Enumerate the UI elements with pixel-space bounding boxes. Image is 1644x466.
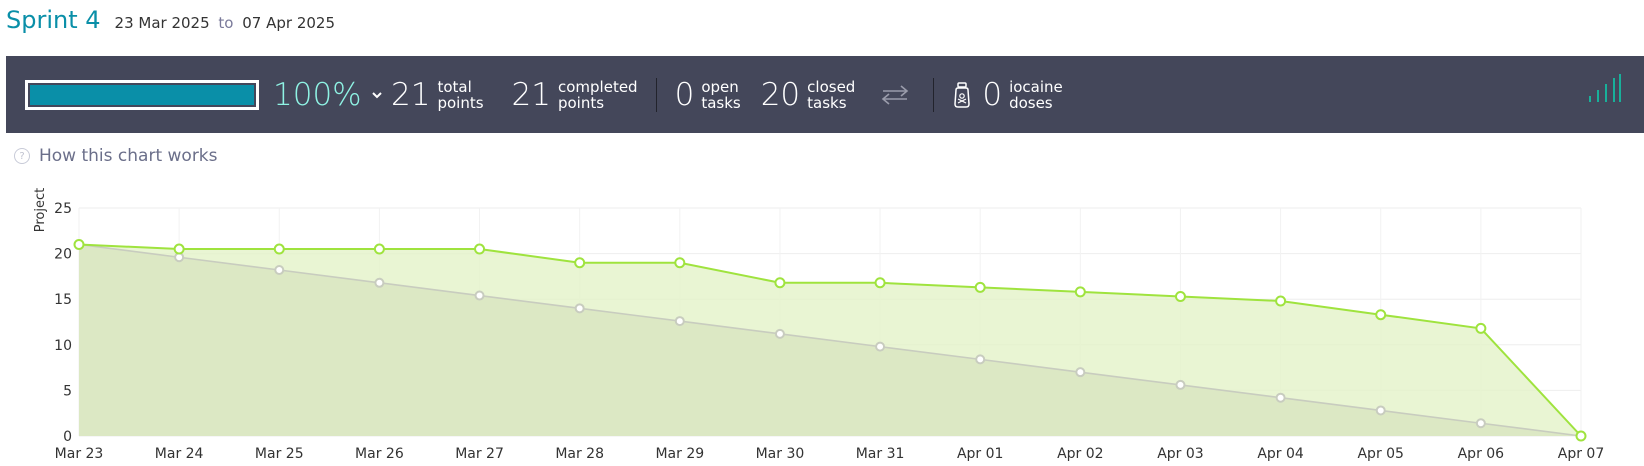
progress-bar-fill [30, 84, 254, 105]
completed-label-line-2: points [557, 93, 605, 112]
series-0-point-6 [674, 316, 685, 327]
series-1-point-7 [774, 277, 786, 289]
x-tick-label-5: Mar 28 [555, 446, 604, 462]
chevron-down-icon[interactable] [371, 89, 383, 101]
open-tasks: 0 open tasks [675, 77, 741, 113]
series-0-point-5 [574, 303, 585, 314]
total-points-label: total points [437, 79, 483, 111]
y-axis-ticks: 0 5 10 15 20 25 [54, 201, 72, 445]
x-tick-label-15: Apr 07 [1558, 446, 1604, 462]
end-date: 07 Apr 2025 [242, 14, 336, 32]
series-1-point-11 [1174, 290, 1186, 302]
completed-points-label: completed points [558, 79, 638, 111]
closed-tasks-label: closed tasks [807, 79, 855, 111]
series-0-point-2 [274, 265, 285, 276]
x-tick-label-3: Mar 26 [355, 446, 404, 462]
series-1-point-4 [474, 243, 486, 255]
y-tick-label-1: 5 [63, 383, 72, 399]
series-1-point-15 [1575, 430, 1587, 442]
open-tasks-label: open tasks [701, 79, 740, 111]
x-tick-label-8: Mar 31 [856, 446, 905, 462]
progress-percent: 100% [273, 76, 362, 113]
y-tick-label-4: 20 [54, 247, 72, 263]
sprint-title[interactable]: Sprint 4 [6, 6, 101, 34]
iocaine-doses-value: 0 [982, 76, 1003, 113]
x-tick-label-11: Apr 03 [1157, 446, 1203, 462]
x-tick-label-9: Apr 01 [957, 446, 1003, 462]
how-chart-works-link[interactable]: ? How this chart works [14, 146, 218, 166]
open-tasks-value: 0 [674, 76, 695, 113]
burndown-chart: 0510152025 Mar 23 Mar 24 Mar 25 Mar 26 Mar 2… [33, 188, 1605, 462]
series-1-point-3 [373, 243, 385, 255]
series-0-point-8 [875, 341, 886, 352]
series-1-point-0 [73, 238, 85, 250]
sprint-dates: 23 Mar 2025 to 07 Apr 2025 [115, 14, 335, 32]
series-1-point-9 [974, 281, 986, 293]
series-1-point-2 [273, 243, 285, 255]
iocaine-doses-label: iocaine doses [1009, 79, 1063, 111]
completed-points-value: 21 [511, 76, 551, 113]
total-points: 21 total points [391, 77, 484, 113]
x-axis-ticks: Mar 23 Mar 24 Mar 25 Mar 26 Mar 27 Mar 28 Mar … [55, 446, 1605, 462]
series-0-point-9 [975, 354, 986, 365]
y-axis-label: Project [33, 188, 48, 232]
sprint-stats-bar: 100% 21 total points 21 completed points… [6, 56, 1644, 133]
stats-divider [655, 77, 657, 112]
total-label-line-2: points [437, 93, 484, 112]
completed-points: 21 completed points [512, 77, 638, 113]
how-chart-works-text[interactable]: How this chart works [39, 146, 218, 166]
series-0-point-7 [774, 328, 785, 339]
x-tick-label-10: Apr 02 [1057, 446, 1103, 462]
signal-bars-icon[interactable] [1588, 74, 1622, 108]
series-1-point-1 [173, 243, 185, 255]
swap-arrows-icon[interactable] [881, 84, 909, 105]
date-separator: to [218, 14, 234, 32]
iocaine-label-line-2: doses [1009, 93, 1053, 112]
sprint-header: Sprint 4 23 Mar 2025 to 07 Apr 2025 [6, 6, 335, 46]
stats-divider-2 [933, 77, 935, 112]
series-1-point-10 [1074, 286, 1086, 298]
series-1-point-6 [674, 257, 686, 269]
x-tick-label-13: Apr 05 [1357, 446, 1403, 462]
series-0-point-3 [374, 277, 385, 288]
series-0-point-13 [1375, 405, 1386, 416]
x-tick-label-12: Apr 04 [1257, 446, 1304, 462]
x-tick-label-2: Mar 25 [255, 446, 304, 462]
poison-jar-icon [952, 81, 972, 108]
series-0-point-14 [1475, 418, 1486, 429]
y-tick-label-5: 25 [54, 201, 72, 217]
y-tick-label-2: 10 [54, 338, 72, 354]
x-tick-label-0: Mar 23 [55, 446, 104, 462]
closed-tasks-value: 20 [760, 76, 801, 113]
series-0-point-4 [474, 290, 485, 301]
y-tick-label-0: 0 [63, 429, 72, 445]
x-tick-label-1: Mar 24 [155, 446, 204, 462]
series-0-point-10 [1075, 367, 1086, 378]
series-1-point-14 [1475, 322, 1487, 334]
series-0-point-12 [1275, 392, 1286, 403]
progress-bar [25, 79, 259, 110]
open-label-line-2: tasks [701, 93, 741, 112]
y-tick-label-3: 15 [54, 292, 72, 308]
series-1-point-13 [1375, 309, 1387, 321]
closed-tasks: 20 closed tasks [761, 77, 856, 113]
closed-label-line-2: tasks [807, 93, 847, 112]
series-1-point-8 [874, 277, 886, 289]
series-1-point-12 [1275, 295, 1287, 307]
x-tick-label-6: Mar 29 [655, 446, 704, 462]
question-circle-icon: ? [14, 148, 30, 164]
x-tick-label-4: Mar 27 [455, 446, 504, 462]
x-tick-label-14: Apr 06 [1458, 446, 1505, 462]
iocaine-doses: 0 iocaine doses [982, 77, 1062, 113]
start-date: 23 Mar 2025 [114, 14, 210, 32]
total-points-value: 21 [391, 76, 431, 113]
series-1-point-5 [574, 257, 586, 269]
x-tick-label-7: Mar 30 [756, 446, 805, 462]
series-0-point-11 [1175, 379, 1186, 390]
